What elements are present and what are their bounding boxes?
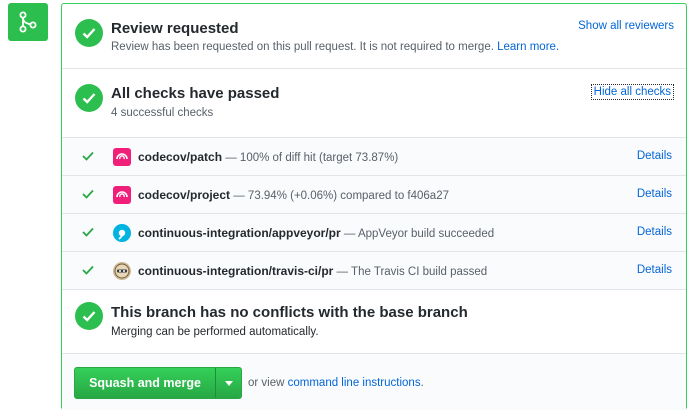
- squash-merge-button-group: Squash and merge: [74, 367, 242, 399]
- details-link[interactable]: Details: [637, 188, 672, 200]
- check-text: continuous-integration/appveyor/pr — App…: [138, 226, 494, 240]
- merge-options-dropdown[interactable]: [215, 368, 241, 398]
- details-link[interactable]: Details: [637, 264, 672, 276]
- success-check-icon: [75, 84, 103, 112]
- checks-title: All checks have passed: [111, 85, 280, 102]
- success-check-icon: [75, 19, 103, 47]
- check-name: codecov/patch: [138, 150, 223, 164]
- or-view-text: or view: [248, 377, 288, 389]
- review-subtitle: Review has been requested on this pull r…: [111, 41, 559, 53]
- check-text: codecov/patch — 100% of diff hit (target…: [138, 150, 398, 164]
- conflicts-title: This branch has no conflicts with the ba…: [111, 304, 468, 321]
- check-description: — The Travis CI build passed: [333, 266, 488, 278]
- learn-more-link[interactable]: Learn more.: [497, 41, 559, 53]
- check-description: — 73.94% (+0.06%) compared to f406a27: [230, 190, 449, 202]
- check-name: continuous-integration/travis-ci/pr: [138, 264, 334, 278]
- check-description: — 100% of diff hit (target 73.87%): [222, 152, 399, 164]
- check-icon: [82, 265, 94, 275]
- check-name: continuous-integration/appveyor/pr: [138, 226, 341, 240]
- merge-icon: [8, 3, 48, 41]
- merge-status-panel: Review requested Review has been request…: [61, 3, 687, 410]
- checks-section: All checks have passed 4 successful chec…: [62, 69, 686, 138]
- squash-and-merge-button[interactable]: Squash and merge: [75, 368, 215, 398]
- command-line-instructions-link[interactable]: command line instructions: [288, 377, 421, 389]
- success-check-icon: [75, 302, 103, 330]
- caret-down-icon: [224, 380, 233, 386]
- check-icon: [82, 227, 94, 237]
- conflicts-section: This branch has no conflicts with the ba…: [62, 291, 686, 354]
- hide-all-checks-link[interactable]: Hide all checks: [590, 84, 674, 100]
- merge-section: Squash and merge or view command line in…: [62, 354, 686, 410]
- period-text: .: [420, 377, 424, 389]
- git-merge-icon: [19, 11, 37, 33]
- appveyor-icon: [113, 224, 131, 242]
- review-section: Review requested Review has been request…: [62, 4, 686, 69]
- details-link[interactable]: Details: [637, 150, 672, 162]
- check-row: codecov/patch — 100% of diff hit (target…: [62, 138, 686, 176]
- details-link[interactable]: Details: [637, 226, 672, 238]
- merge-alt-text: or view command line instructions.: [248, 377, 424, 389]
- check-row: codecov/project — 73.94% (+0.06%) compar…: [62, 176, 686, 214]
- check-name: codecov/project: [138, 188, 231, 202]
- check-icon: [82, 151, 94, 161]
- check-description: — AppVeyor build succeeded: [340, 228, 495, 240]
- travis-icon: [113, 262, 131, 280]
- check-row: continuous-integration/travis-ci/pr — Th…: [62, 252, 686, 290]
- codecov-icon: [113, 186, 131, 204]
- review-subtitle-text: Review has been requested on this pull r…: [111, 41, 494, 53]
- check-text: continuous-integration/travis-ci/pr — Th…: [138, 264, 487, 278]
- check-row: continuous-integration/appveyor/pr — App…: [62, 214, 686, 252]
- codecov-icon: [113, 148, 131, 166]
- review-title: Review requested: [111, 20, 239, 37]
- show-all-reviewers-link[interactable]: Show all reviewers: [578, 20, 674, 32]
- conflicts-subtitle: Merging can be performed automatically.: [111, 326, 319, 338]
- check-text: codecov/project — 73.94% (+0.06%) compar…: [138, 188, 449, 202]
- check-icon: [82, 189, 94, 199]
- checks-subtitle: 4 successful checks: [111, 107, 214, 119]
